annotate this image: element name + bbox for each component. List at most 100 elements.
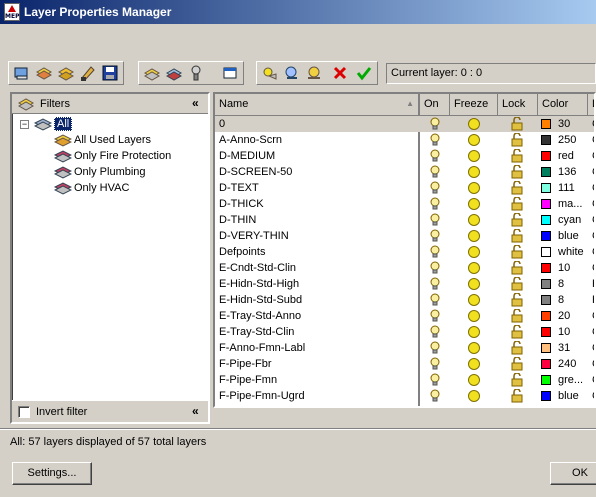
column-header-on[interactable]: On (420, 94, 450, 116)
table-row[interactable]: E-Hidn-Std-Subd 8H (215, 292, 594, 308)
color-name-cell[interactable]: cyan (558, 212, 588, 228)
table-row[interactable]: D-THICK ma...C (215, 196, 594, 212)
color-name-cell[interactable]: red (558, 148, 588, 164)
unlock-padlock-icon[interactable] (511, 389, 523, 403)
column-header-name[interactable]: Name ▲ (215, 94, 420, 116)
table-row[interactable]: D-TEXT 111C (215, 180, 594, 196)
layer-name-cell[interactable]: E-Tray-Std-Anno (219, 308, 415, 324)
on-lightbulb-icon[interactable] (430, 133, 440, 147)
layer-name-cell[interactable]: Defpoints (219, 244, 415, 260)
color-name-cell[interactable]: 10 (558, 260, 588, 276)
layer-walk-icon[interactable] (186, 62, 206, 84)
color-name-cell[interactable]: blue (558, 228, 588, 244)
linetype-cell[interactable]: C (592, 228, 594, 244)
linetype-cell[interactable]: C (592, 324, 594, 340)
layer-name-cell[interactable]: F-Pipe-Fbr (219, 356, 415, 372)
color-swatch[interactable] (541, 359, 551, 369)
layer-name-cell[interactable]: E-Tray-Std-Clin (219, 324, 415, 340)
column-header-linetype[interactable]: L (588, 94, 594, 116)
filter-tree-item-all[interactable]: All (34, 116, 73, 132)
color-swatch[interactable] (541, 183, 551, 193)
table-row[interactable]: E-Tray-Std-Anno 20C (215, 308, 594, 324)
unlock-padlock-icon[interactable] (511, 373, 523, 387)
new-layer-sun-icon[interactable] (260, 62, 280, 84)
ok-button[interactable]: OK (550, 462, 596, 485)
unlock-padlock-icon[interactable] (511, 181, 523, 195)
on-lightbulb-icon[interactable] (430, 373, 440, 387)
collapse-filters-bottom-chevron-icon[interactable]: « (192, 404, 199, 418)
unlock-padlock-icon[interactable] (511, 149, 523, 163)
layer-name-cell[interactable]: D-SCREEN-50 (219, 164, 415, 180)
color-swatch[interactable] (541, 247, 551, 257)
layer-name-cell[interactable]: D-THICK (219, 196, 415, 212)
color-name-cell[interactable]: 8 (558, 292, 588, 308)
layer-name-cell[interactable]: F-Anno-Fmn-Labl (219, 340, 415, 356)
color-name-cell[interactable]: 111 (558, 180, 588, 196)
linetype-cell[interactable]: C (592, 260, 594, 276)
layer-name-cell[interactable]: F-Pipe-Fmn-Ugrd (219, 388, 415, 404)
freeze-sun-icon[interactable] (468, 278, 480, 290)
on-lightbulb-icon[interactable] (430, 325, 440, 339)
freeze-sun-icon[interactable] (468, 134, 480, 146)
linetype-cell[interactable]: H (592, 276, 594, 292)
linetype-cell[interactable]: C (592, 212, 594, 228)
table-row[interactable]: D-VERY-THIN blueC (215, 228, 594, 244)
freeze-sun-icon[interactable] (468, 262, 480, 274)
color-name-cell[interactable]: 8 (558, 276, 588, 292)
color-swatch[interactable] (541, 135, 551, 145)
table-row[interactable]: F-Anno-Fmn-Labl 31C (215, 340, 594, 356)
layer-states-icon[interactable] (56, 62, 76, 84)
filter-tree-item-only-hvac[interactable]: Only HVAC (54, 180, 129, 196)
color-swatch[interactable] (541, 167, 551, 177)
layer-settings-icon[interactable] (220, 62, 240, 84)
table-row[interactable]: F-Pipe-Fbr 240C (215, 356, 594, 372)
color-name-cell[interactable]: 250 (558, 132, 588, 148)
linetype-cell[interactable]: C (592, 388, 594, 404)
color-swatch[interactable] (541, 343, 551, 353)
freeze-sun-icon[interactable] (468, 182, 480, 194)
linetype-cell[interactable]: C (592, 196, 594, 212)
linetype-cell[interactable]: C (592, 116, 594, 132)
new-property-filter-icon[interactable] (12, 62, 32, 84)
freeze-sun-icon[interactable] (468, 246, 480, 258)
unlock-padlock-icon[interactable] (511, 117, 523, 131)
color-swatch[interactable] (541, 263, 551, 273)
unlock-padlock-icon[interactable] (511, 277, 523, 291)
settings-button[interactable]: Settings... (12, 462, 92, 485)
layer-name-cell[interactable]: E-Hidn-Std-High (219, 276, 415, 292)
color-swatch[interactable] (541, 279, 551, 289)
filter-tree-item-only-fire-protection[interactable]: Only Fire Protection (54, 148, 171, 164)
collapse-filters-chevron-icon[interactable]: « (192, 96, 199, 110)
table-row[interactable]: D-SCREEN-50 136C (215, 164, 594, 180)
color-swatch[interactable] (541, 327, 551, 337)
unlock-padlock-icon[interactable] (511, 261, 523, 275)
linetype-cell[interactable]: C (592, 148, 594, 164)
on-lightbulb-icon[interactable] (430, 309, 440, 323)
table-row[interactable]: Defpoints whiteC (215, 244, 594, 260)
on-lightbulb-icon[interactable] (430, 293, 440, 307)
layer-name-cell[interactable]: A-Anno-Scrn (219, 132, 415, 148)
filter-tree-item-only-plumbing[interactable]: Only Plumbing (54, 164, 146, 180)
color-swatch[interactable] (541, 295, 551, 305)
layer-freeze-icon[interactable] (282, 62, 302, 84)
on-lightbulb-icon[interactable] (430, 197, 440, 211)
new-vp-frozen-layer-icon[interactable] (164, 62, 184, 84)
unlock-padlock-icon[interactable] (511, 245, 523, 259)
color-name-cell[interactable]: 30 (558, 116, 588, 132)
freeze-sun-icon[interactable] (468, 166, 480, 178)
unlock-padlock-icon[interactable] (511, 341, 523, 355)
unlock-padlock-icon[interactable] (511, 197, 523, 211)
table-row[interactable]: E-Tray-Std-Clin 10C (215, 324, 594, 340)
unlock-padlock-icon[interactable] (511, 133, 523, 147)
layer-name-cell[interactable]: D-TEXT (219, 180, 415, 196)
column-header-lock[interactable]: Lock (498, 94, 538, 116)
layer-name-cell[interactable]: E-Hidn-Std-Subd (219, 292, 415, 308)
new-group-filter-icon[interactable] (34, 62, 54, 84)
color-name-cell[interactable]: 10 (558, 324, 588, 340)
on-lightbulb-icon[interactable] (430, 261, 440, 275)
freeze-sun-icon[interactable] (468, 326, 480, 338)
color-swatch[interactable] (541, 119, 551, 129)
layer-name-cell[interactable]: D-THIN (219, 212, 415, 228)
invert-filter-label[interactable]: Invert filter (36, 406, 87, 418)
set-current-brush-icon[interactable] (78, 62, 98, 84)
